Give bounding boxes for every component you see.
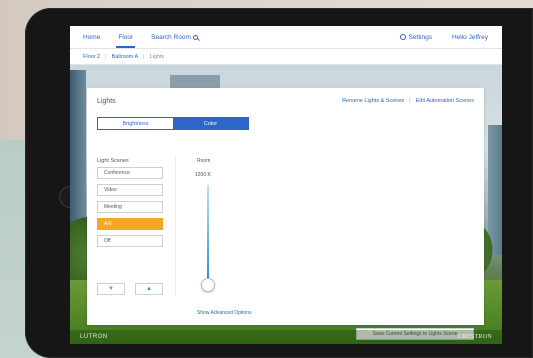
scene-meeting-button[interactable]: Meeting <box>97 201 163 213</box>
light-scenes-list: Conference Video Meeting A/V Off <box>97 167 163 252</box>
breadcrumb: Floor 2 | Ballroom A | Lights <box>70 48 502 65</box>
top-navigation: Home Floor Search Room Settings Hello Je… <box>70 26 502 48</box>
rename-lights-link[interactable]: Rename Lights & Scenes <box>342 98 404 104</box>
scene-conference-button[interactable]: Conference <box>97 167 163 179</box>
divider <box>175 156 176 296</box>
search-icon <box>192 34 198 40</box>
scene-av-button[interactable]: A/V <box>97 218 163 230</box>
edit-automation-link[interactable]: Edit Automation Scenes <box>416 98 474 104</box>
triangle-down-icon: ▼ <box>108 286 114 292</box>
tab-brightness[interactable]: Brightness <box>98 118 173 129</box>
nav-search-room[interactable]: Search Room <box>151 26 198 48</box>
mode-tabs: Brightness Color <box>97 117 249 130</box>
move-down-button[interactable]: ▼ <box>97 283 125 295</box>
user-greeting[interactable]: Hello Jeffrey <box>452 34 488 41</box>
scene-video-button[interactable]: Video <box>97 184 163 196</box>
tab-color[interactable]: Color <box>173 118 248 129</box>
brand-footer: LUTRON CRESTRON <box>70 330 502 344</box>
show-advanced-options-link[interactable]: Show Advanced Options <box>197 310 251 316</box>
color-temperature-slider-track[interactable] <box>207 185 209 283</box>
panel-title: Lights <box>97 98 116 105</box>
breadcrumb-room[interactable]: Ballroom A <box>112 54 139 60</box>
color-temperature-value: 1200 K <box>195 172 211 178</box>
nav-floor[interactable]: Floor <box>116 26 135 48</box>
nav-settings-label: Settings <box>408 33 432 41</box>
room-label: Room <box>197 158 211 164</box>
breadcrumb-floor[interactable]: Floor 2 <box>83 54 100 60</box>
nav-search-label: Search Room <box>151 33 191 41</box>
breadcrumb-separator: | <box>105 53 107 60</box>
nav-settings[interactable]: Settings <box>400 34 432 41</box>
color-temperature-slider-handle[interactable] <box>201 278 215 292</box>
light-scenes-label: Light Scenes <box>97 158 129 164</box>
gear-icon <box>400 34 407 40</box>
lights-panel: Lights Rename Lights & Scenes | Edit Aut… <box>87 88 484 340</box>
tablet-screen: Home Floor Search Room Settings Hello Je… <box>70 26 502 344</box>
scene-off-button[interactable]: Off <box>97 235 163 247</box>
scene-order-controls: ▼ ▲ <box>97 283 173 295</box>
breadcrumb-separator: | <box>143 53 145 60</box>
triangle-up-icon: ▲ <box>146 286 152 292</box>
lutron-logo: LUTRON <box>80 334 108 340</box>
move-up-button[interactable]: ▲ <box>135 283 163 295</box>
link-separator: | <box>409 98 411 104</box>
panel-links: Rename Lights & Scenes | Edit Automation… <box>342 98 474 104</box>
nav-home[interactable]: Home <box>83 26 100 48</box>
crestron-logo: CRESTRON <box>458 334 492 340</box>
breadcrumb-current: Lights <box>149 53 165 60</box>
